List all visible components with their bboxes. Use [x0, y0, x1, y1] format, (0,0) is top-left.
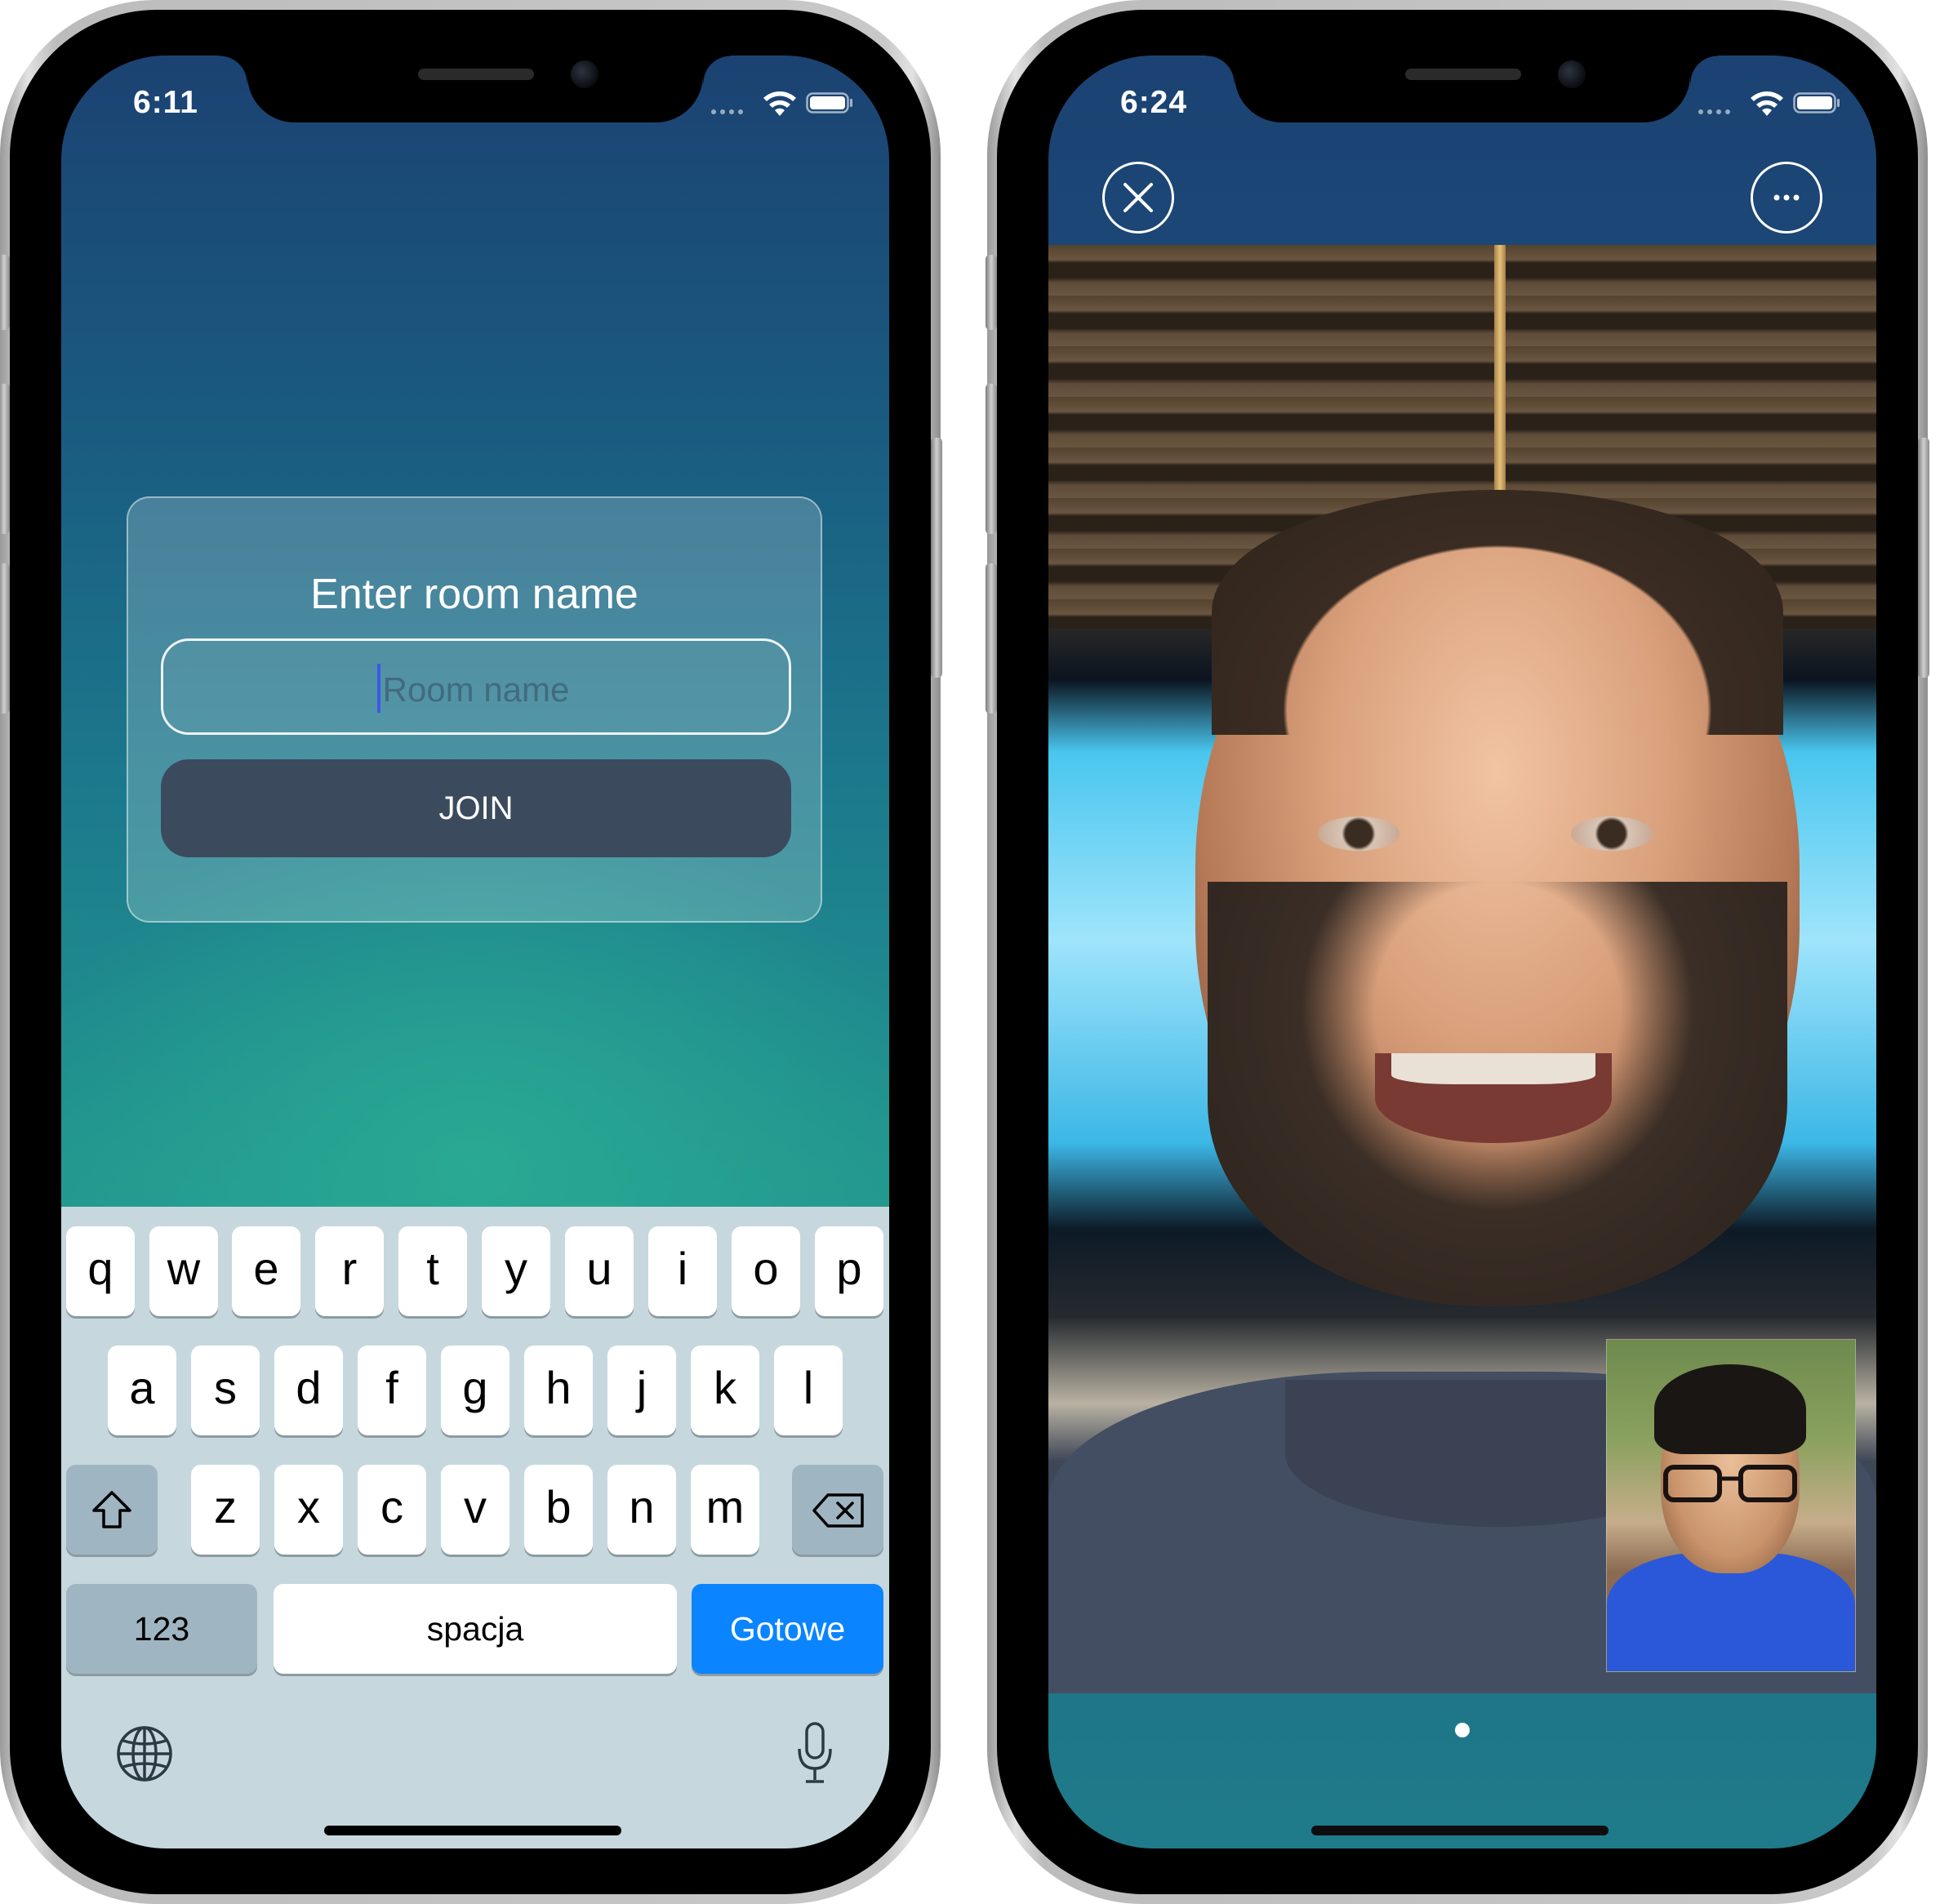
key-r[interactable]: r: [315, 1226, 384, 1316]
key-k[interactable]: k: [691, 1346, 759, 1435]
join-room-card: Enter room name Room name JOIN: [127, 496, 822, 923]
silent-switch: [986, 255, 997, 330]
screen-call: 6:24: [1048, 56, 1876, 1848]
wifi-icon: [1751, 91, 1783, 116]
key-f[interactable]: f: [358, 1346, 426, 1435]
remote-person-eye-right: [1571, 816, 1653, 851]
key-i[interactable]: i: [648, 1226, 717, 1316]
key-y[interactable]: y: [482, 1226, 550, 1316]
status-bar: 6:24: [1048, 56, 1876, 145]
volume-down-button: [0, 563, 10, 714]
keyboard: q w e r t y u i o p a s d f g h j k l z …: [61, 1207, 889, 1848]
shift-key[interactable]: [66, 1465, 158, 1555]
key-q[interactable]: q: [66, 1226, 135, 1316]
key-w[interactable]: w: [149, 1226, 218, 1316]
home-indicator[interactable]: [1311, 1826, 1609, 1835]
battery-icon: [806, 92, 852, 113]
room-name-input[interactable]: Room name: [161, 638, 791, 735]
done-key[interactable]: Gotowe: [692, 1584, 883, 1674]
key-m[interactable]: m: [691, 1465, 759, 1555]
status-bar: 6:11: [61, 56, 889, 145]
key-n[interactable]: n: [607, 1465, 676, 1555]
numbers-key[interactable]: 123: [66, 1584, 257, 1674]
phone-right: 6:24: [986, 0, 1929, 1904]
remote-person-teeth: [1391, 1053, 1595, 1084]
screen-join: 6:11 Enter room name Room name JOIN q w …: [61, 56, 889, 1848]
local-video-pip[interactable]: [1606, 1339, 1856, 1672]
key-h[interactable]: h: [524, 1346, 593, 1435]
backspace-key[interactable]: [792, 1465, 883, 1555]
key-o[interactable]: o: [732, 1226, 800, 1316]
volume-up-button: [0, 384, 10, 534]
key-j[interactable]: j: [607, 1346, 676, 1435]
backspace-icon: [812, 1493, 864, 1528]
key-v[interactable]: v: [441, 1465, 509, 1555]
space-key[interactable]: spacja: [274, 1584, 677, 1674]
text-caret: [377, 664, 380, 713]
key-s[interactable]: s: [191, 1346, 260, 1435]
key-t[interactable]: t: [398, 1226, 467, 1316]
volume-up-button: [986, 384, 997, 534]
local-person-hair: [1654, 1364, 1806, 1454]
signal-icon: [1698, 109, 1730, 114]
status-time: 6:11: [133, 85, 198, 120]
key-d[interactable]: d: [274, 1346, 343, 1435]
remote-person-eye-left: [1318, 816, 1399, 851]
local-person-glasses: [1663, 1465, 1797, 1502]
globe-icon[interactable]: [115, 1724, 174, 1783]
shift-icon: [92, 1491, 131, 1528]
join-button[interactable]: JOIN: [161, 759, 791, 857]
power-button: [1918, 438, 1929, 678]
page-indicator-dot[interactable]: [1455, 1723, 1470, 1737]
key-b[interactable]: b: [524, 1465, 593, 1555]
silent-switch: [0, 255, 10, 330]
key-u[interactable]: u: [565, 1226, 634, 1316]
card-title: Enter room name: [310, 571, 639, 618]
home-indicator[interactable]: [324, 1826, 621, 1835]
key-x[interactable]: x: [274, 1465, 343, 1555]
more-options-button[interactable]: [1751, 162, 1822, 234]
volume-down-button: [986, 563, 997, 714]
key-e[interactable]: e: [232, 1226, 300, 1316]
wifi-icon: [763, 91, 796, 116]
status-time: 6:24: [1120, 85, 1188, 120]
battery-icon: [1793, 92, 1840, 113]
key-a[interactable]: a: [108, 1346, 176, 1435]
power-button: [931, 438, 942, 678]
remote-person-hair: [1212, 490, 1783, 735]
key-c[interactable]: c: [358, 1465, 426, 1555]
phone-left: 6:11 Enter room name Room name JOIN q w …: [0, 0, 942, 1904]
more-icon: [1773, 194, 1800, 201]
key-g[interactable]: g: [441, 1346, 509, 1435]
microphone-icon[interactable]: [796, 1721, 834, 1786]
room-name-placeholder: Room name: [382, 670, 570, 709]
key-p[interactable]: p: [815, 1226, 883, 1316]
call-toolbar: [1048, 145, 1876, 245]
leave-call-button[interactable]: [1102, 162, 1174, 234]
key-l[interactable]: l: [774, 1346, 843, 1435]
signal-icon: [711, 109, 743, 114]
key-z[interactable]: z: [191, 1465, 260, 1555]
close-icon: [1124, 183, 1153, 212]
